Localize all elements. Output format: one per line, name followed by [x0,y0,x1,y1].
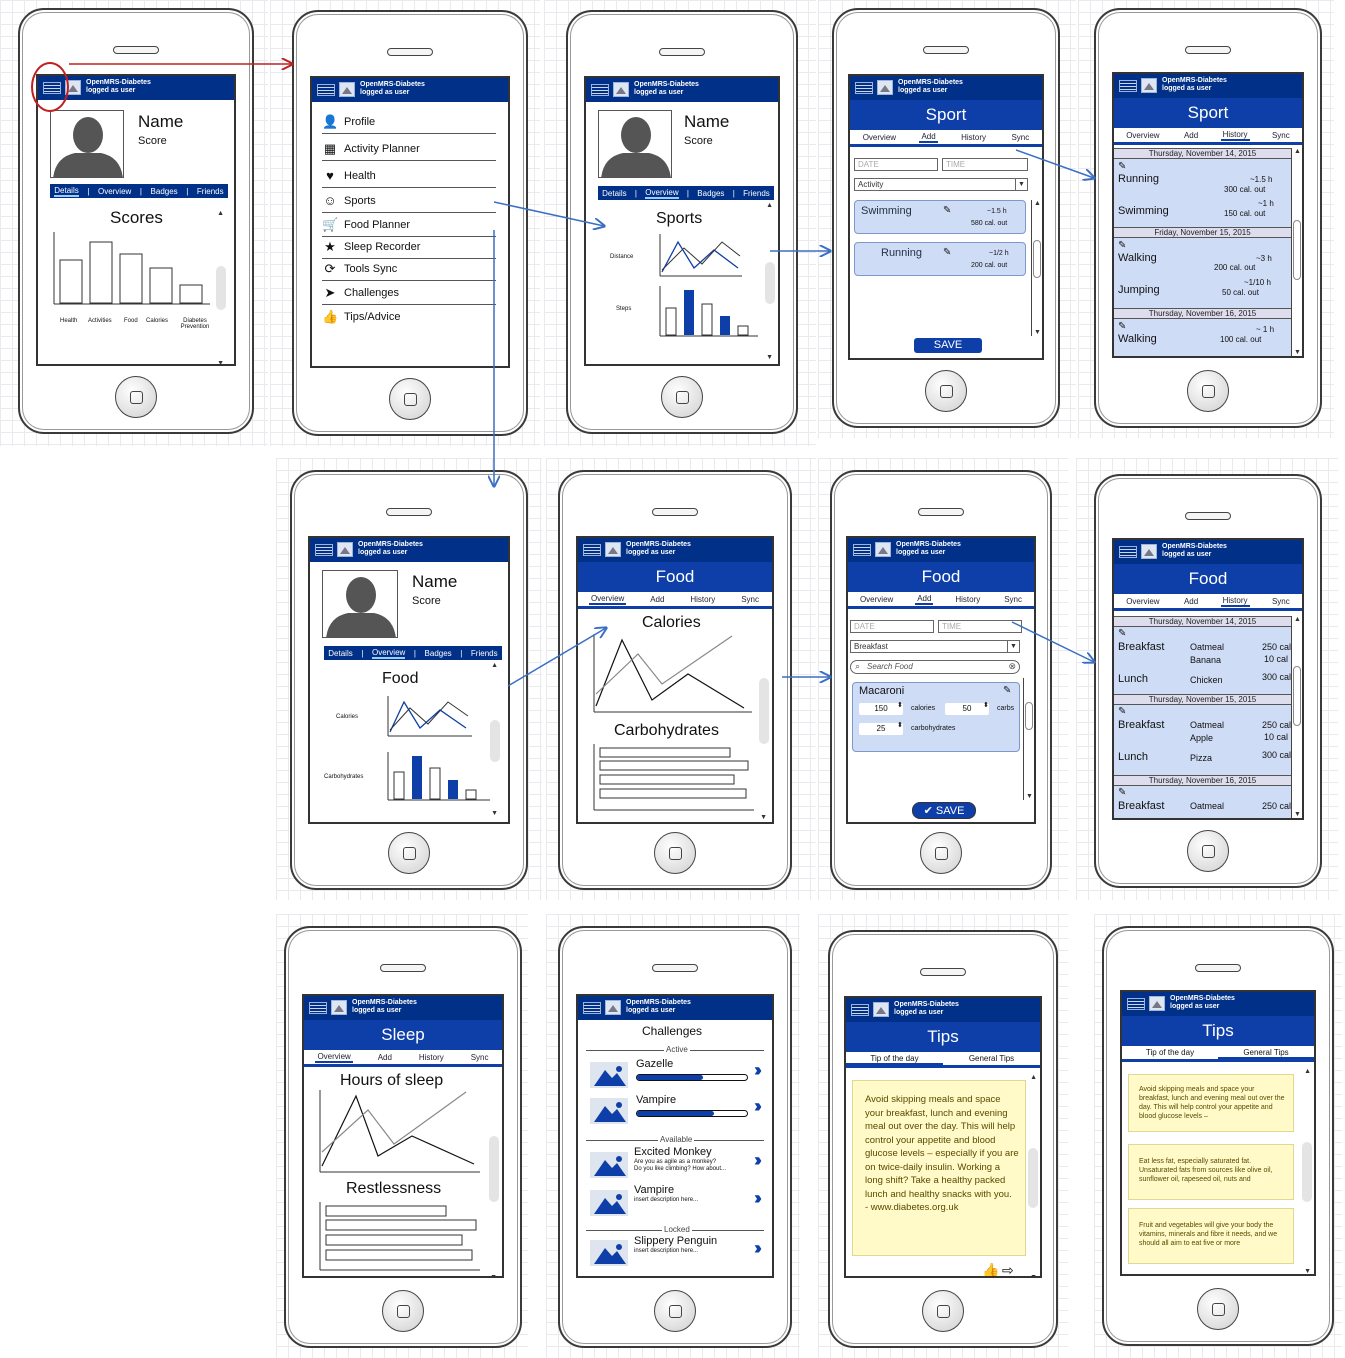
arrow-food-history [1011,621,1094,662]
flow-arrows [69,0,1345,687]
arrow-sports [493,201,604,226]
arrow-sport-history [1015,149,1094,178]
arrow-food-overview [507,628,606,687]
